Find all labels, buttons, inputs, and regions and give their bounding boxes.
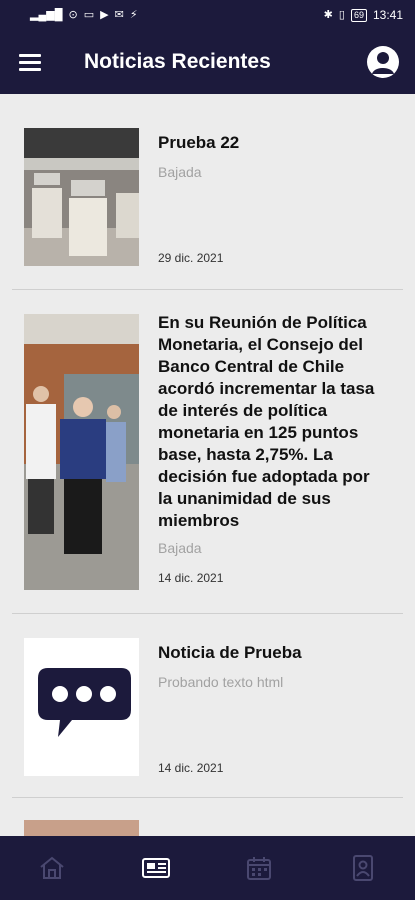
app-bar: Noticias Recientes — [0, 30, 415, 94]
news-item[interactable] — [12, 798, 403, 836]
news-icon — [141, 858, 170, 878]
nav-calendar-button[interactable] — [229, 836, 289, 900]
news-title: Prueba 22 — [158, 133, 240, 152]
bluetooth-icon: ✱ — [323, 8, 333, 21]
news-subtitle: Probando texto html — [158, 674, 284, 690]
news-thumbnail — [24, 128, 139, 266]
news-thumbnail — [24, 314, 139, 590]
battery-icon: 69 — [350, 8, 367, 22]
news-date: 14 dic. 2021 — [158, 571, 224, 585]
bottom-navigation — [0, 836, 415, 900]
home-icon — [40, 856, 64, 879]
nav-news-button[interactable] — [126, 836, 186, 900]
youtube-icon: ▶ — [100, 8, 109, 21]
menu-button[interactable] — [0, 30, 60, 94]
calendar-icon — [247, 857, 272, 880]
mail-icon: ✉ — [114, 8, 124, 21]
profile-button[interactable] — [351, 30, 415, 94]
user-avatar-icon — [367, 46, 399, 78]
page-title: Noticias Recientes — [84, 50, 271, 73]
news-title: Noticia de Prueba — [158, 643, 302, 662]
news-date: 14 dic. 2021 — [158, 761, 224, 775]
screen-icon: ▭ — [83, 8, 95, 21]
news-item[interactable]: En su Reunión de Política Monetaria, el … — [12, 290, 403, 614]
news-item[interactable]: Noticia de Prueba Probando texto html 14… — [12, 614, 403, 798]
news-title: En su Reunión de Política Monetaria, el … — [158, 313, 375, 530]
chat-bubble-icon — [24, 638, 139, 776]
nav-contacts-button[interactable] — [333, 836, 393, 900]
clock: 13:41 — [372, 8, 403, 22]
hamburger-menu-icon — [19, 54, 41, 71]
signal-icon: ▂▄▆█ — [30, 8, 63, 21]
news-item[interactable]: Prueba 22 Bajada 29 dic. 2021 — [12, 94, 403, 290]
status-icons-left: ▂▄▆█ ⊙ ▭ ▶ ✉ ⚡ — [30, 8, 138, 21]
wifi-icon: ⊙ — [68, 8, 78, 21]
nav-home-button[interactable] — [22, 836, 82, 900]
news-list: Prueba 22 Bajada 29 dic. 2021 En su Reun… — [0, 94, 415, 836]
news-date: 29 dic. 2021 — [158, 251, 224, 265]
people-outdoors-photo — [24, 314, 139, 590]
status-bar: ▂▄▆█ ⊙ ▭ ▶ ✉ ⚡ ✱ ▯ 69 13:41 — [0, 0, 415, 30]
status-icons-right: ✱ ▯ 69 13:41 — [324, 8, 403, 22]
museum-display-photo — [24, 128, 139, 266]
news-thumbnail — [24, 820, 139, 836]
contacts-icon — [353, 855, 374, 881]
charging-icon: ⚡ — [129, 8, 138, 21]
vibrate-icon: ▯ — [338, 8, 345, 21]
news-thumbnail — [24, 638, 139, 776]
news-subtitle: Bajada — [158, 164, 202, 180]
news-subtitle: Bajada — [158, 540, 202, 556]
